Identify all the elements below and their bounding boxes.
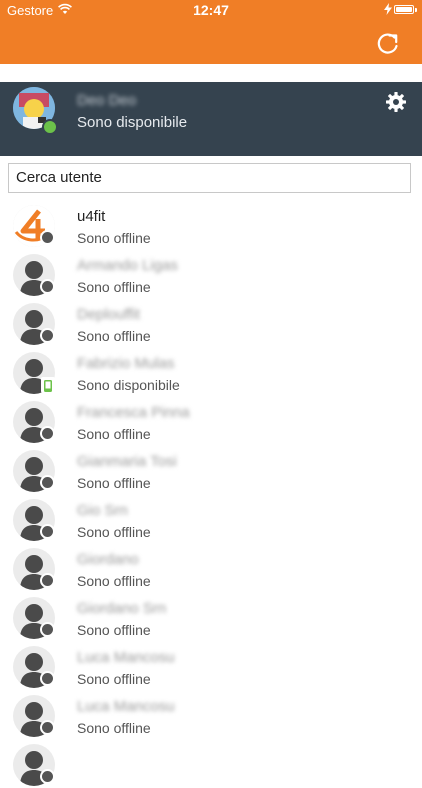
mobile-online-icon <box>41 377 55 393</box>
contact-status: Sono offline <box>77 426 151 442</box>
contact-status: Sono offline <box>77 671 151 687</box>
clock: 12:47 <box>193 2 229 18</box>
charging-icon <box>384 3 392 15</box>
offline-status-dot <box>40 475 55 490</box>
contact-name: Gianmaria Tosi <box>77 453 177 470</box>
battery-icon <box>394 5 417 14</box>
contact-name: Luca Mancosu <box>77 698 175 715</box>
contact-status: Sono disponibile <box>77 377 180 393</box>
gear-icon[interactable] <box>386 92 406 112</box>
search-bar: Cerca utente <box>0 156 422 200</box>
contact-status: Sono offline <box>77 524 151 540</box>
offline-status-dot <box>40 426 55 441</box>
offline-status-dot <box>40 279 55 294</box>
contact-status: Sono offline <box>77 328 151 344</box>
offline-status-dot <box>40 769 55 784</box>
contact-row[interactable]: Francesca Pinna Sono offline <box>0 396 422 445</box>
contact-status: Sono offline <box>77 230 151 246</box>
profile-status: Sono disponibile <box>77 114 188 131</box>
contact-status: Sono offline <box>77 279 151 295</box>
contact-row[interactable]: Luca Mancosu Sono offline <box>0 641 422 690</box>
offline-status-dot <box>40 622 55 637</box>
offline-status-dot <box>40 720 55 735</box>
contact-name: Fabrizio Mulas <box>77 355 175 372</box>
contact-row[interactable]: u4fit Sono offline <box>0 200 422 249</box>
contact-name: u4fit <box>77 208 106 225</box>
contact-name: Giordano <box>77 551 139 568</box>
my-profile-header[interactable]: Deo Deo Sono disponibile <box>0 82 422 156</box>
contact-status: Sono offline <box>77 573 151 589</box>
online-status-dot <box>42 119 58 135</box>
contact-status: Sono offline <box>77 720 151 736</box>
offline-status-dot <box>40 524 55 539</box>
offline-status-dot <box>40 328 55 343</box>
contact-row[interactable]: Giordano Srn Sono offline <box>0 592 422 641</box>
contact-list[interactable]: u4fit Sono offline Armando Ligas Sono offli… <box>0 200 422 786</box>
contact-status: Sono offline <box>77 475 151 491</box>
search-input[interactable]: Cerca utente <box>8 163 411 193</box>
contact-row[interactable]: Giordano Sono offline <box>0 543 422 592</box>
contact-name: Francesca Pinna <box>77 404 190 421</box>
offline-status-dot <box>40 230 55 245</box>
offline-status-dot <box>40 671 55 686</box>
refresh-icon[interactable] <box>374 29 402 57</box>
contact-row[interactable]: Luca Mancosu Sono offline <box>0 690 422 739</box>
contact-row[interactable] <box>0 739 422 788</box>
contact-row[interactable]: Gio Srn Sono offline <box>0 494 422 543</box>
contact-name: Armando Ligas <box>77 257 178 274</box>
contact-name: Luca Mancosu <box>77 649 175 666</box>
status-bar: Gestore 12:47 <box>0 0 422 20</box>
contact-row[interactable]: Armando Ligas Sono offline <box>0 249 422 298</box>
contact-row[interactable]: Deplouffit Sono offline <box>0 298 422 347</box>
contact-name: Gio Srn <box>77 502 128 519</box>
contact-status: Sono offline <box>77 622 151 638</box>
contact-name: Giordano Srn <box>77 600 167 617</box>
contact-name: Deplouffit <box>77 306 141 323</box>
separator <box>0 64 422 82</box>
contact-row[interactable]: Fabrizio Mulas Sono disponibile <box>0 347 422 396</box>
profile-name: Deo Deo <box>77 92 137 109</box>
contact-row[interactable]: Gianmaria Tosi Sono offline <box>0 445 422 494</box>
nav-bar <box>0 20 422 64</box>
offline-status-dot <box>40 573 55 588</box>
